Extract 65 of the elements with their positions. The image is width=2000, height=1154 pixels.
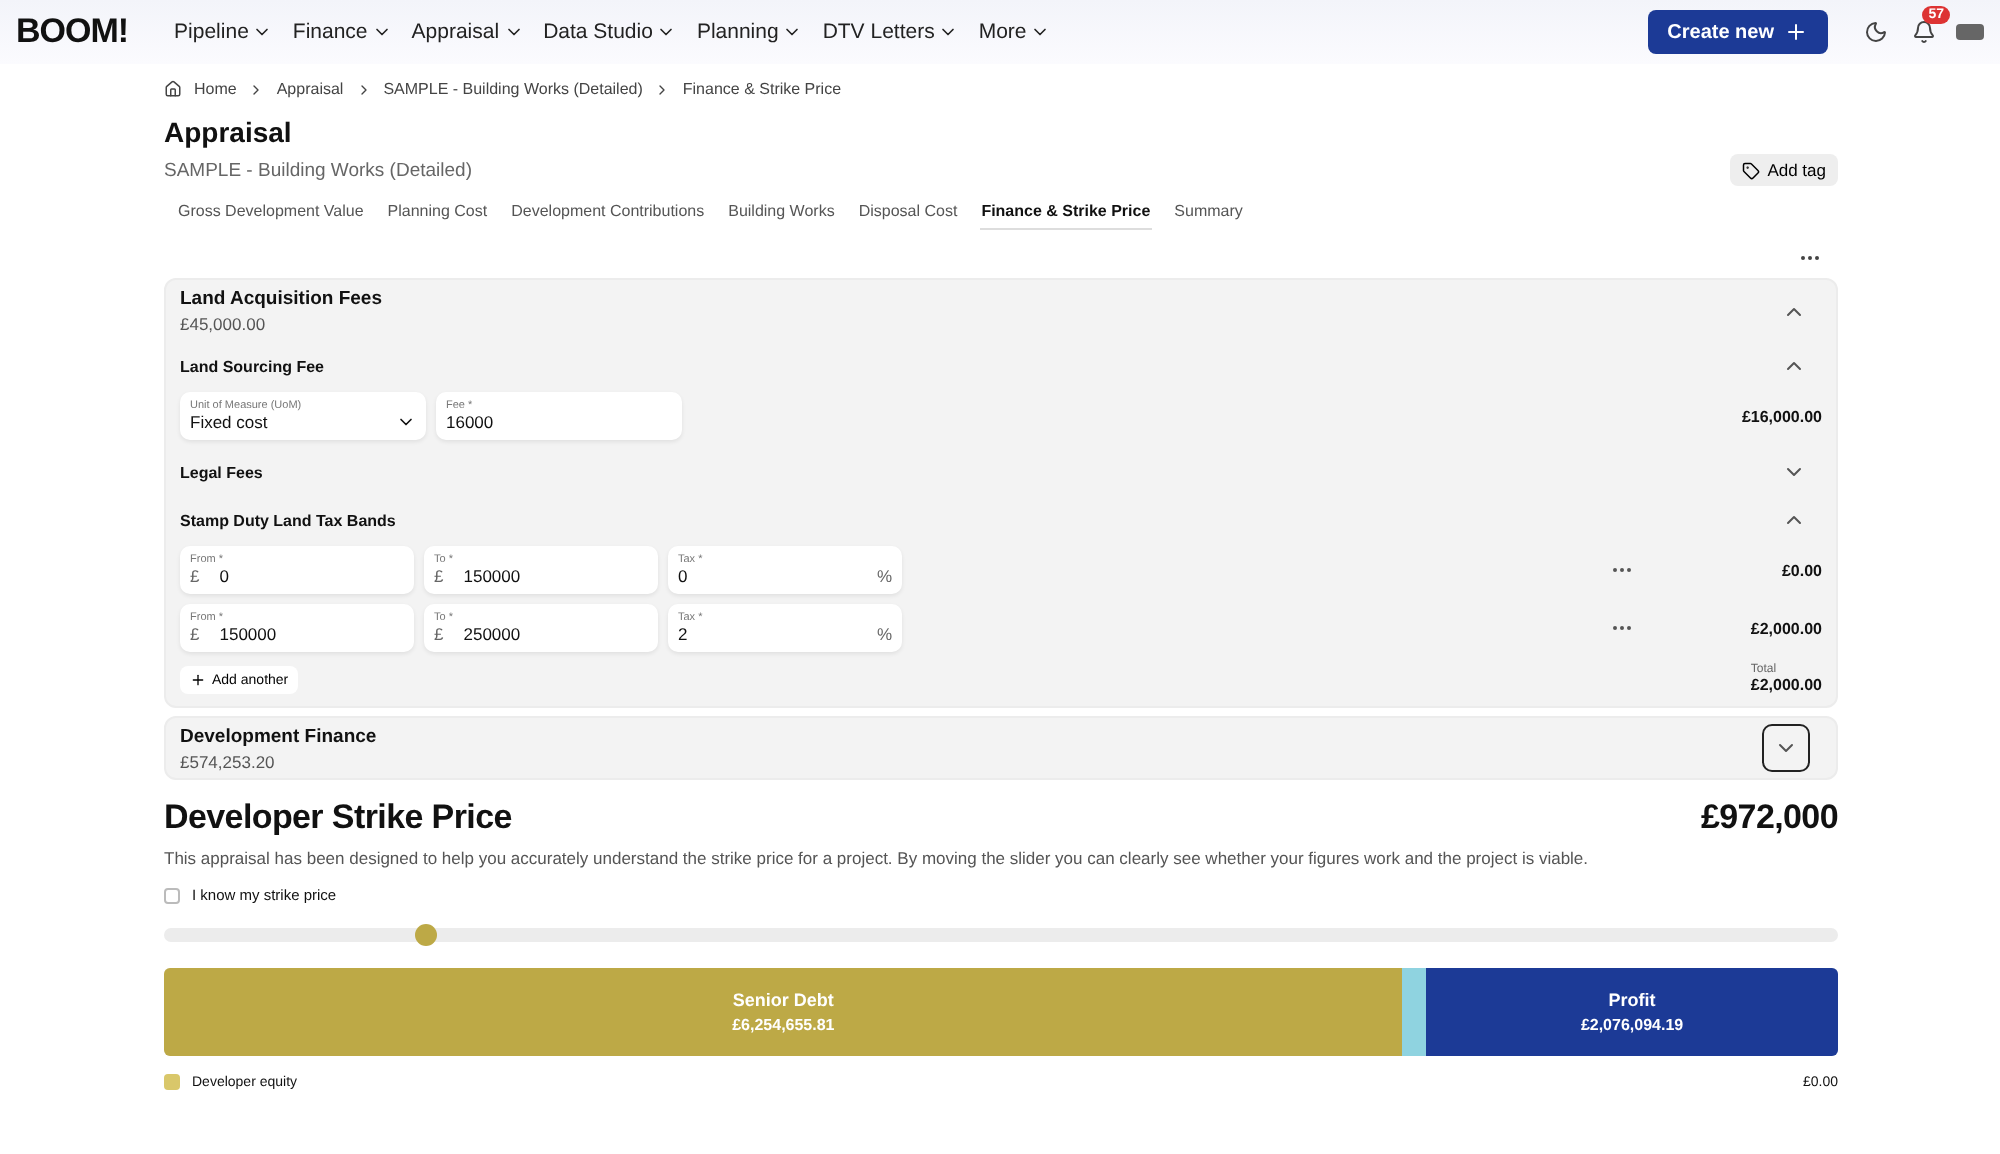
logo[interactable]: BOOM! — [16, 12, 129, 52]
tab[interactable]: Gross Development Value — [176, 202, 366, 230]
nav-menu[interactable]: Appraisal — [401, 20, 534, 44]
nav-menu[interactable]: More — [968, 20, 1061, 44]
section-title: Land Acquisition Fees — [180, 288, 382, 310]
tag-icon — [1741, 161, 1760, 179]
row-amount: £16,000.00 — [1739, 407, 1822, 425]
field-value[interactable]: 2 — [678, 624, 857, 644]
nav-menu[interactable]: Finance — [282, 20, 402, 44]
tab[interactable]: Disposal Cost — [856, 202, 960, 230]
tab[interactable]: Summary — [1172, 202, 1245, 230]
segment-amount: £2,076,094.19 — [1580, 1016, 1684, 1034]
strike-price-description: This appraisal has been designed to help you accurately understand the strike price for a project. By moving the slider you can clearly see whether your figures work and the project is viable. — [164, 848, 1591, 868]
section-amount: £574,253.20 — [180, 751, 277, 771]
strike-price-value: £972,000 — [1700, 798, 1838, 838]
notification-icon[interactable] — [1912, 20, 1936, 44]
section-amount: £45,000.00 — [180, 314, 268, 334]
tab[interactable]: Finance & Strike Price — [979, 202, 1153, 230]
avatar-icon[interactable] — [1956, 24, 1984, 40]
field-value[interactable]: 0 — [219, 566, 404, 586]
currency-prefix: £ — [190, 566, 200, 586]
subsection-title: Legal Fees — [180, 463, 263, 481]
segment-label: Profit — [1608, 990, 1656, 1010]
currency-prefix: £ — [434, 566, 444, 586]
breadcrumb-link[interactable]: Home — [194, 80, 237, 98]
tab[interactable]: Development Contributions — [509, 202, 707, 230]
section-title: Development Finance — [180, 725, 377, 747]
nav-menu[interactable]: Data Studio — [533, 20, 687, 44]
subsection-title: Land Sourcing Fee — [180, 357, 325, 375]
nav-menu[interactable]: Pipeline — [164, 20, 283, 44]
segment-label: Senior Debt — [732, 990, 834, 1010]
add-tag-button[interactable]: Add tag — [1729, 154, 1838, 186]
percent-suffix: % — [876, 624, 892, 644]
plus-icon — [190, 672, 206, 688]
percent-suffix: % — [876, 566, 892, 586]
row-amount: £2,000.00 — [1748, 619, 1822, 637]
plus-icon — [1784, 20, 1808, 44]
nav-menu[interactable]: DTV Letters — [812, 20, 969, 44]
field-value[interactable]: 150000 — [219, 624, 404, 644]
slider-thumb[interactable] — [415, 924, 438, 946]
row-amount: £0.00 — [1779, 561, 1822, 579]
checkbox[interactable] — [164, 887, 180, 903]
page-subtitle: SAMPLE - Building Works (Detailed) — [164, 159, 472, 181]
create-new-button[interactable]: Create new — [1647, 10, 1828, 54]
tab[interactable]: Building Works — [726, 202, 837, 230]
subsection-title: Stamp Duty Land Tax Bands — [180, 511, 396, 529]
field-value[interactable]: 250000 — [463, 624, 648, 644]
moon-icon[interactable] — [1864, 20, 1888, 44]
field-value[interactable]: Fixed cost — [190, 412, 376, 432]
field-value[interactable]: 150000 — [463, 566, 648, 586]
tab[interactable]: Planning Cost — [385, 202, 490, 230]
currency-prefix: £ — [190, 624, 200, 644]
expand-button[interactable] — [1762, 724, 1810, 772]
segment-amount: £6,254,655.81 — [732, 1016, 835, 1034]
nav-menu[interactable]: Planning — [686, 20, 813, 44]
field-value[interactable]: 16000 — [446, 412, 672, 432]
currency-prefix: £ — [434, 624, 444, 644]
breadcrumb-link[interactable]: SAMPLE - Building Works (Detailed) — [383, 80, 643, 98]
strike-price-title: Developer Strike Price — [164, 798, 512, 838]
breadcrumb-link[interactable]: Appraisal — [276, 80, 344, 98]
home-icon — [164, 80, 182, 98]
total-amount: £2,000.00 — [1750, 676, 1822, 694]
breadcrumb-link[interactable]: Finance & Strike Price — [682, 80, 842, 98]
page-title: Appraisal — [164, 116, 294, 148]
field-value[interactable]: 0 — [678, 566, 857, 586]
